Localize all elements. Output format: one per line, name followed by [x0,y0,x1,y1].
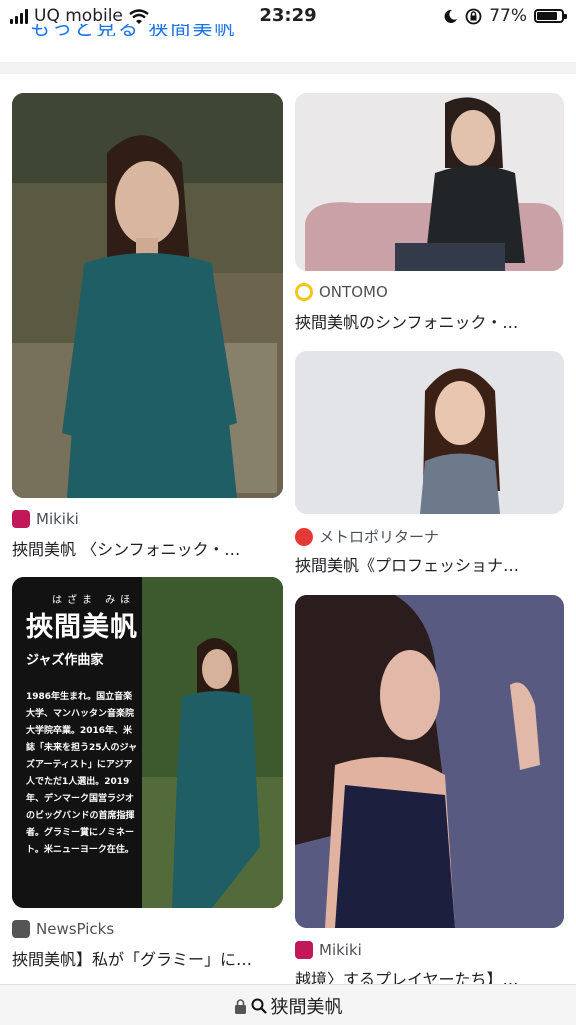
result-title-1[interactable]: 挾間美帆 〈シンフォニック・… [12,536,283,560]
rotation-lock-icon [465,8,482,24]
result-source-label: メトロポリターナ [319,528,440,546]
header-cutoff-text[interactable]: もっと見る 狭間美帆 [30,24,236,36]
result-source-5[interactable]: Mikiki [295,941,362,959]
poster-role: ジャズ作曲家 [26,653,104,668]
result-title-3[interactable]: 挾間美帆《プロフェッショナ… [295,552,564,576]
result-image-3[interactable] [295,351,564,514]
result-source-1[interactable]: Mikiki [12,510,79,528]
battery-icon [534,9,567,23]
result-image-4[interactable]: はざま みほ 挾間美帆 ジャズ作曲家 1986年生まれ。国立音楽大学、マンハッタ… [12,577,283,908]
newspicks-favicon-icon [12,920,30,938]
mikiki-favicon-icon [12,510,30,528]
url-query: 狭間美帆 [270,997,343,1018]
result-source-label: NewsPicks [36,920,115,938]
result-source-label: Mikiki [36,510,79,528]
lock-icon [234,998,246,1014]
poster-ruby: はざま みほ [52,595,136,606]
result-image-2[interactable] [295,93,564,271]
result-source-label: ONTOMO [319,283,388,301]
battery-percent: 77% [489,6,527,26]
url-bar[interactable]: 狭間美帆 [0,984,576,1025]
section-divider [0,62,576,74]
poster-bio: 1986年生まれ。国立音楽大学、マンハッタン音楽院大学院卒業。2016年、米誌「… [26,692,138,855]
status-right: 77% [443,6,567,26]
result-source-label: Mikiki [319,941,362,959]
result-image-5[interactable] [295,595,564,928]
result-source-2[interactable]: ONTOMO [295,283,388,301]
mikiki-favicon-icon [295,941,313,959]
metropolitana-favicon-icon [295,527,313,546]
search-icon [251,998,267,1014]
result-source-4[interactable]: NewsPicks [12,920,114,938]
poster-name: 挾間美帆 [26,612,138,643]
result-source-3[interactable]: メトロポリターナ [295,526,439,547]
result-title-4[interactable]: 挾間美帆】私が「グラミー」に… [12,946,283,970]
url-bar-content[interactable]: 狭間美帆 [0,993,576,1019]
result-image-1[interactable] [12,93,283,498]
ontomo-favicon-icon [295,283,313,301]
result-title-2[interactable]: 挾間美帆のシンフォニック・… [295,309,564,333]
moon-icon [444,9,458,23]
